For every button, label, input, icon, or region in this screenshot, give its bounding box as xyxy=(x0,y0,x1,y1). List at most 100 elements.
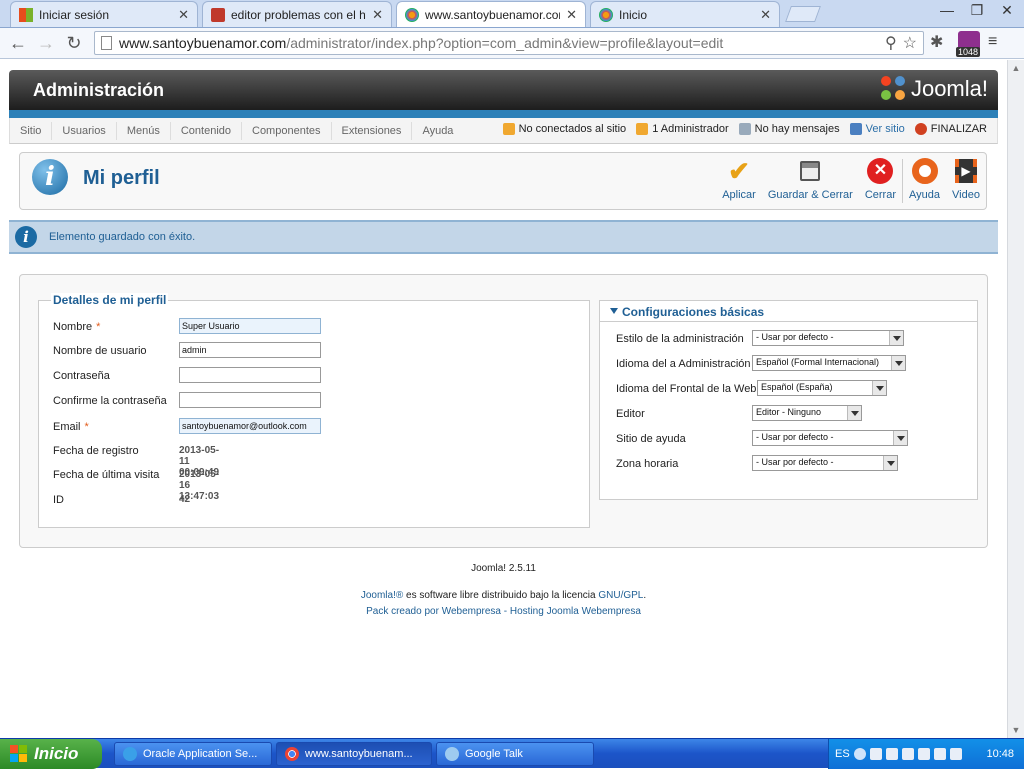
page-scrollbar[interactable]: ▲ ▼ xyxy=(1007,60,1024,738)
admin-user-icon xyxy=(636,123,649,135)
task-oracle[interactable]: Oracle Application Se... xyxy=(114,742,272,766)
tray-device-icon[interactable] xyxy=(917,748,930,760)
forward-arrow-icon[interactable]: → xyxy=(32,33,60,54)
page-icon xyxy=(101,36,112,50)
admin-language-select[interactable]: Español (Formal Internacional) xyxy=(752,355,906,371)
tray-expand-icon[interactable] xyxy=(853,748,866,760)
checkmark-icon: ✔ xyxy=(728,155,750,186)
chevron-down-icon xyxy=(883,456,897,470)
close-button[interactable]: ✕ Cerrar xyxy=(859,153,902,209)
star-icon[interactable]: ☆ xyxy=(903,33,917,53)
extension-badge-count: 1048 xyxy=(956,47,981,57)
hosting-link[interactable]: Hosting Joomla Webempresa xyxy=(510,606,641,617)
license-line: Joomla!® es software libre distribuido b… xyxy=(360,590,647,601)
joomla-logo: Joomla! xyxy=(880,76,988,102)
reload-icon[interactable]: ↻ xyxy=(60,33,88,54)
tray-app-icon[interactable] xyxy=(869,748,882,760)
chevron-down-icon xyxy=(889,331,903,345)
save-close-label: Guardar & Cerrar xyxy=(767,189,853,201)
success-message: i Elemento guardado con éxito. xyxy=(9,220,998,254)
clock: 10:48 xyxy=(986,748,1014,760)
messages-icon xyxy=(738,123,751,135)
joomla-mark-icon xyxy=(880,76,907,102)
close-tab-icon[interactable]: ✕ xyxy=(760,7,771,23)
username-field[interactable] xyxy=(179,342,321,358)
view-site-link[interactable]: Ver sitio xyxy=(866,123,905,135)
password-label: Contraseña xyxy=(53,370,110,382)
tab-label: www.santoybuenamor.com xyxy=(425,7,561,22)
site-language-label: Idioma del Frontal de la Web xyxy=(616,383,757,395)
users-icon xyxy=(502,123,515,135)
menu-item-sitio[interactable]: Sitio xyxy=(10,121,53,140)
help-button[interactable]: Ayuda xyxy=(903,153,946,209)
timezone-select[interactable]: - Usar por defecto - xyxy=(752,455,898,471)
address-bar[interactable]: www.santoybuenamor.com/administrator/ind… xyxy=(94,31,924,55)
admin-language-label: Idioma del a Administración xyxy=(616,358,751,370)
status-admins: 1 Administrador xyxy=(652,123,729,135)
new-tab-button[interactable] xyxy=(785,6,821,22)
editor-label: Editor xyxy=(616,408,645,420)
task-chrome[interactable]: www.santoybuenam... xyxy=(276,742,432,766)
tray-network-icon[interactable] xyxy=(901,748,914,760)
page-toolbar: i Mi perfil ✔ Aplicar Guardar & Cerrar ✕… xyxy=(19,152,987,210)
profile-info-icon: i xyxy=(32,159,68,195)
language-indicator[interactable]: ES xyxy=(835,748,850,760)
admin-header: Administración Joomla! xyxy=(9,70,998,110)
menu-item-contenido[interactable]: Contenido xyxy=(171,121,242,140)
scroll-down-icon[interactable]: ▼ xyxy=(1008,722,1024,738)
close-tab-icon[interactable]: ✕ xyxy=(178,7,189,23)
confirm-password-field[interactable] xyxy=(179,392,321,408)
video-button[interactable]: ▶ Video xyxy=(946,153,986,209)
password-field[interactable] xyxy=(179,367,321,383)
site-language-select[interactable]: Español (España) xyxy=(757,380,887,396)
system-tray: ES 10:48 xyxy=(828,739,1024,769)
start-button[interactable]: Inicio xyxy=(0,739,102,769)
extension-badge-icon[interactable]: 1048 xyxy=(956,31,981,57)
webempresa-link[interactable]: Webempresa xyxy=(442,606,501,617)
menu-item-usuarios[interactable]: Usuarios xyxy=(52,121,117,140)
chevron-down-icon xyxy=(891,356,905,370)
close-tab-icon[interactable]: ✕ xyxy=(566,7,577,23)
tab-inicio[interactable]: Inicio ✕ xyxy=(590,1,780,27)
admin-menu: Sitio Usuarios Menús Contenido Component… xyxy=(9,118,998,144)
close-tab-icon[interactable]: ✕ xyxy=(372,7,383,23)
basic-settings-fieldset: Configuraciones básicas Estilo de la adm… xyxy=(599,300,978,500)
page-content: Administración Joomla! Sitio Usuarios Me… xyxy=(0,60,1007,738)
tab-santoybuenamor[interactable]: www.santoybuenamor.com ✕ xyxy=(396,1,586,27)
windows-taskbar: Inicio Oracle Application Se... www.sant… xyxy=(0,738,1024,769)
menu-item-menus[interactable]: Menús xyxy=(117,121,171,140)
tab-editor-problemas[interactable]: editor problemas con el html ✕ xyxy=(202,1,392,27)
email-field[interactable] xyxy=(179,418,321,434)
id-value: 42 xyxy=(179,494,191,505)
admin-style-select[interactable]: - Usar por defecto - xyxy=(752,330,904,346)
basic-settings-toggle[interactable]: Configuraciones básicas xyxy=(600,301,977,322)
tray-security-icon[interactable] xyxy=(885,748,898,760)
tray-messenger-icon[interactable] xyxy=(949,748,962,760)
name-field[interactable] xyxy=(179,318,321,334)
editor-select[interactable]: Editor - Ninguno xyxy=(752,405,862,421)
logout-link[interactable]: FINALIZAR xyxy=(931,123,987,135)
chrome-icon xyxy=(285,747,299,761)
menu-item-componentes[interactable]: Componentes xyxy=(242,121,332,140)
extension-bug-icon[interactable]: ✱ xyxy=(930,32,950,52)
joomla-link[interactable]: Joomla!® xyxy=(361,590,403,601)
tray-volume-icon[interactable] xyxy=(933,748,946,760)
tab-iniciar-sesion[interactable]: Iniciar sesión ✕ xyxy=(10,1,198,27)
menu-item-ayuda[interactable]: Ayuda xyxy=(412,122,463,140)
scroll-up-icon[interactable]: ▲ xyxy=(1008,60,1024,76)
back-arrow-icon[interactable]: ← xyxy=(4,33,32,54)
minimize-icon[interactable]: — xyxy=(936,2,958,19)
video-play-icon: ▶ xyxy=(952,157,980,185)
task-google-talk[interactable]: Google Talk xyxy=(436,742,594,766)
search-icon[interactable]: ⚲ xyxy=(885,33,897,53)
status-messages: No hay mensajes xyxy=(754,123,840,135)
menu-item-extensiones[interactable]: Extensiones xyxy=(332,121,413,140)
apply-button[interactable]: ✔ Aplicar xyxy=(716,153,762,209)
help-site-select[interactable]: - Usar por defecto - xyxy=(752,430,908,446)
restore-icon[interactable]: ❐ xyxy=(966,2,988,19)
save-close-button[interactable]: Guardar & Cerrar xyxy=(762,153,859,209)
close-window-icon[interactable]: ✕ xyxy=(996,2,1018,19)
gpl-link[interactable]: GNU/GPL xyxy=(598,590,643,601)
menu-icon[interactable]: ≡ xyxy=(988,33,1004,51)
basic-settings-legend: Configuraciones básicas xyxy=(622,305,765,319)
